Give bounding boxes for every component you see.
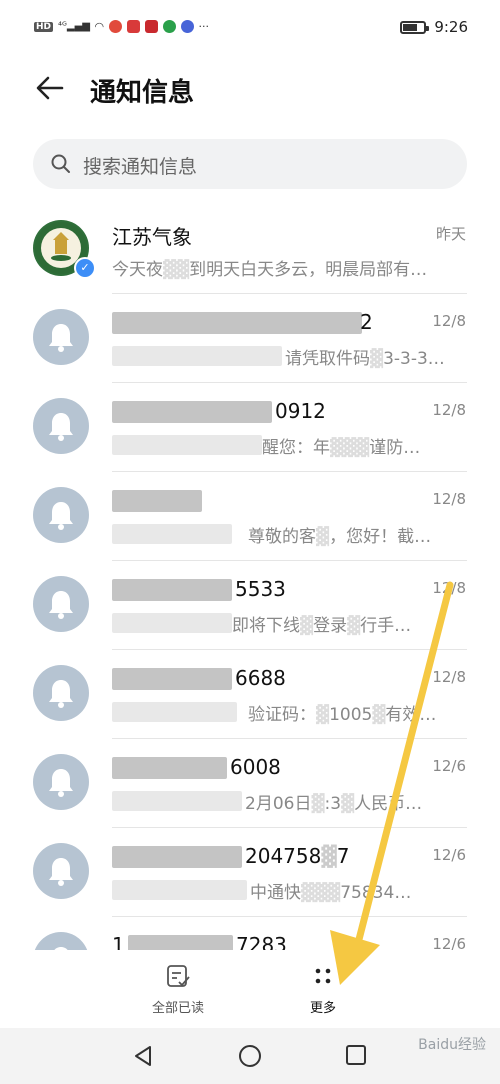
message-date: 昨天 <box>435 225 466 243</box>
message-date: 12/8 <box>432 668 466 686</box>
avatar <box>33 665 89 721</box>
message-preview: 尊敬的客▓，您好！截… <box>248 527 432 547</box>
list-item[interactable]: 204758▓7 12/6 中通快▓▓▓75834… <box>0 828 500 917</box>
message-preview: 验证码：▓1005▓有效… <box>248 705 437 725</box>
wifi-icon: ◜◝ <box>94 20 104 33</box>
blurred-sender <box>112 579 232 601</box>
avatar <box>33 309 89 365</box>
avatar <box>33 398 89 454</box>
bottom-action-bar: 全部已读 更多 <box>0 955 500 1027</box>
message-date: 12/6 <box>432 757 466 775</box>
hd-icon: HD <box>34 21 54 32</box>
bell-icon <box>54 947 68 950</box>
more-status-icon: ··· <box>198 20 210 33</box>
blurred-preview <box>112 524 232 544</box>
status-bar: HD ⁴ᴳ▂▄▆ ◜◝ ··· 9:26 <box>0 0 500 58</box>
blurred-sender <box>112 401 272 423</box>
status-time: 9:26 <box>434 18 468 36</box>
search-input[interactable]: 搜索通知信息 <box>33 139 467 189</box>
bell-icon <box>49 413 73 441</box>
mark-read-icon <box>167 965 190 987</box>
list-item[interactable]: 6688 12/8 验证码：▓1005▓有效… <box>0 650 500 739</box>
message-date: 12/8 <box>432 490 466 508</box>
battery-icon <box>400 20 430 34</box>
app-icon-red <box>126 20 140 33</box>
blurred-sender <box>112 490 202 512</box>
nav-back-icon[interactable] <box>132 1044 154 1068</box>
blurred-sender <box>128 935 233 950</box>
list-item[interactable]: 1 7283 12/6 <box>0 917 500 950</box>
sender-name: 6008 <box>230 755 281 779</box>
message-date: 12/8 <box>432 312 466 330</box>
search-placeholder: 搜索通知信息 <box>83 156 198 178</box>
blurred-sender <box>112 312 362 334</box>
list-item[interactable]: 12/8 尊敬的客▓，您好！截… <box>0 472 500 561</box>
sender-name: 204758▓7 <box>245 844 350 868</box>
weibo-icon <box>108 20 122 33</box>
list-item[interactable]: 6008 12/6 2月06日▓:3▓人民币… <box>0 739 500 828</box>
sender-name: 7283 <box>236 933 287 950</box>
avatar <box>33 754 89 810</box>
sender-name: 1 <box>112 933 125 950</box>
message-date: 12/8 <box>432 401 466 419</box>
bell-icon <box>49 591 73 619</box>
blurred-sender <box>112 668 232 690</box>
sender-name: 6688 <box>235 666 286 690</box>
message-preview: 请凭取件码▓3-3-3… <box>285 349 445 369</box>
app-icon-green <box>162 20 176 33</box>
avatar <box>33 843 89 899</box>
message-preview: 2月06日▓:3▓人民币… <box>245 794 423 814</box>
more-dots-icon <box>315 968 331 984</box>
list-item[interactable]: 0912 12/8 醒您：年▓▓▓谨防… <box>0 383 500 472</box>
blurred-preview <box>112 435 262 455</box>
nav-recents-icon[interactable] <box>345 1044 367 1066</box>
more-button[interactable]: 更多 <box>278 963 368 1016</box>
blurred-preview <box>112 791 242 811</box>
bell-icon <box>49 769 73 797</box>
message-preview: 今天夜▓▓到明天白天多云，明晨局部有… <box>112 260 428 280</box>
app-icon-blue <box>180 20 194 33</box>
sender-name: 5533 <box>235 577 286 601</box>
sender-name: 0912 <box>275 399 326 423</box>
message-preview: 即将下线▓登录▓行手… <box>232 616 412 636</box>
signal-icon: ⁴ᴳ▂▄▆ <box>58 21 90 32</box>
list-item[interactable]: 2 12/8 请凭取件码▓3-3-3… <box>0 294 500 383</box>
message-date: 12/6 <box>432 846 466 864</box>
message-list[interactable]: ✓ 江苏气象 昨天 今天夜▓▓到明天白天多云，明晨局部有… 2 12/8 请凭取… <box>0 205 500 950</box>
page-title: 通知信息 <box>90 78 195 108</box>
blurred-preview <box>112 702 237 722</box>
avatar <box>33 487 89 543</box>
list-item[interactable]: 5533 12/8 即将下线▓登录▓行手… <box>0 561 500 650</box>
list-item[interactable]: ✓ 江苏气象 昨天 今天夜▓▓到明天白天多云，明晨局部有… <box>0 205 500 294</box>
message-preview: 醒您：年▓▓▓谨防… <box>262 438 421 458</box>
mark-all-read-button[interactable]: 全部已读 <box>133 963 223 1016</box>
header: 通知信息 <box>0 58 500 118</box>
message-preview: 中通快▓▓▓75834… <box>250 883 412 903</box>
bell-icon <box>49 502 73 530</box>
mark-all-read-label: 全部已读 <box>151 1001 204 1016</box>
watermark: Baidu经验 <box>418 1037 486 1053</box>
verified-badge-icon: ✓ <box>74 257 96 279</box>
blurred-sender <box>112 757 227 779</box>
search-icon <box>51 154 70 173</box>
more-label: 更多 <box>309 1001 336 1016</box>
status-icons: HD ⁴ᴳ▂▄▆ ◜◝ ··· <box>34 20 209 33</box>
blurred-preview <box>112 880 247 900</box>
sender-name: 江苏气象 <box>112 225 192 249</box>
blurred-sender <box>112 846 242 868</box>
nav-home-icon[interactable] <box>238 1044 262 1068</box>
message-date: 12/8 <box>432 579 466 597</box>
back-arrow-icon[interactable] <box>34 72 66 104</box>
blurred-preview <box>112 346 282 366</box>
blurred-preview <box>112 613 232 633</box>
sender-name: 2 <box>360 310 373 334</box>
avatar <box>33 932 89 950</box>
avatar <box>33 576 89 632</box>
message-date: 12/6 <box>432 935 466 950</box>
bell-icon <box>49 858 73 886</box>
bell-icon <box>49 324 73 352</box>
bell-icon <box>49 680 73 708</box>
app-icon-red2 <box>144 20 158 33</box>
